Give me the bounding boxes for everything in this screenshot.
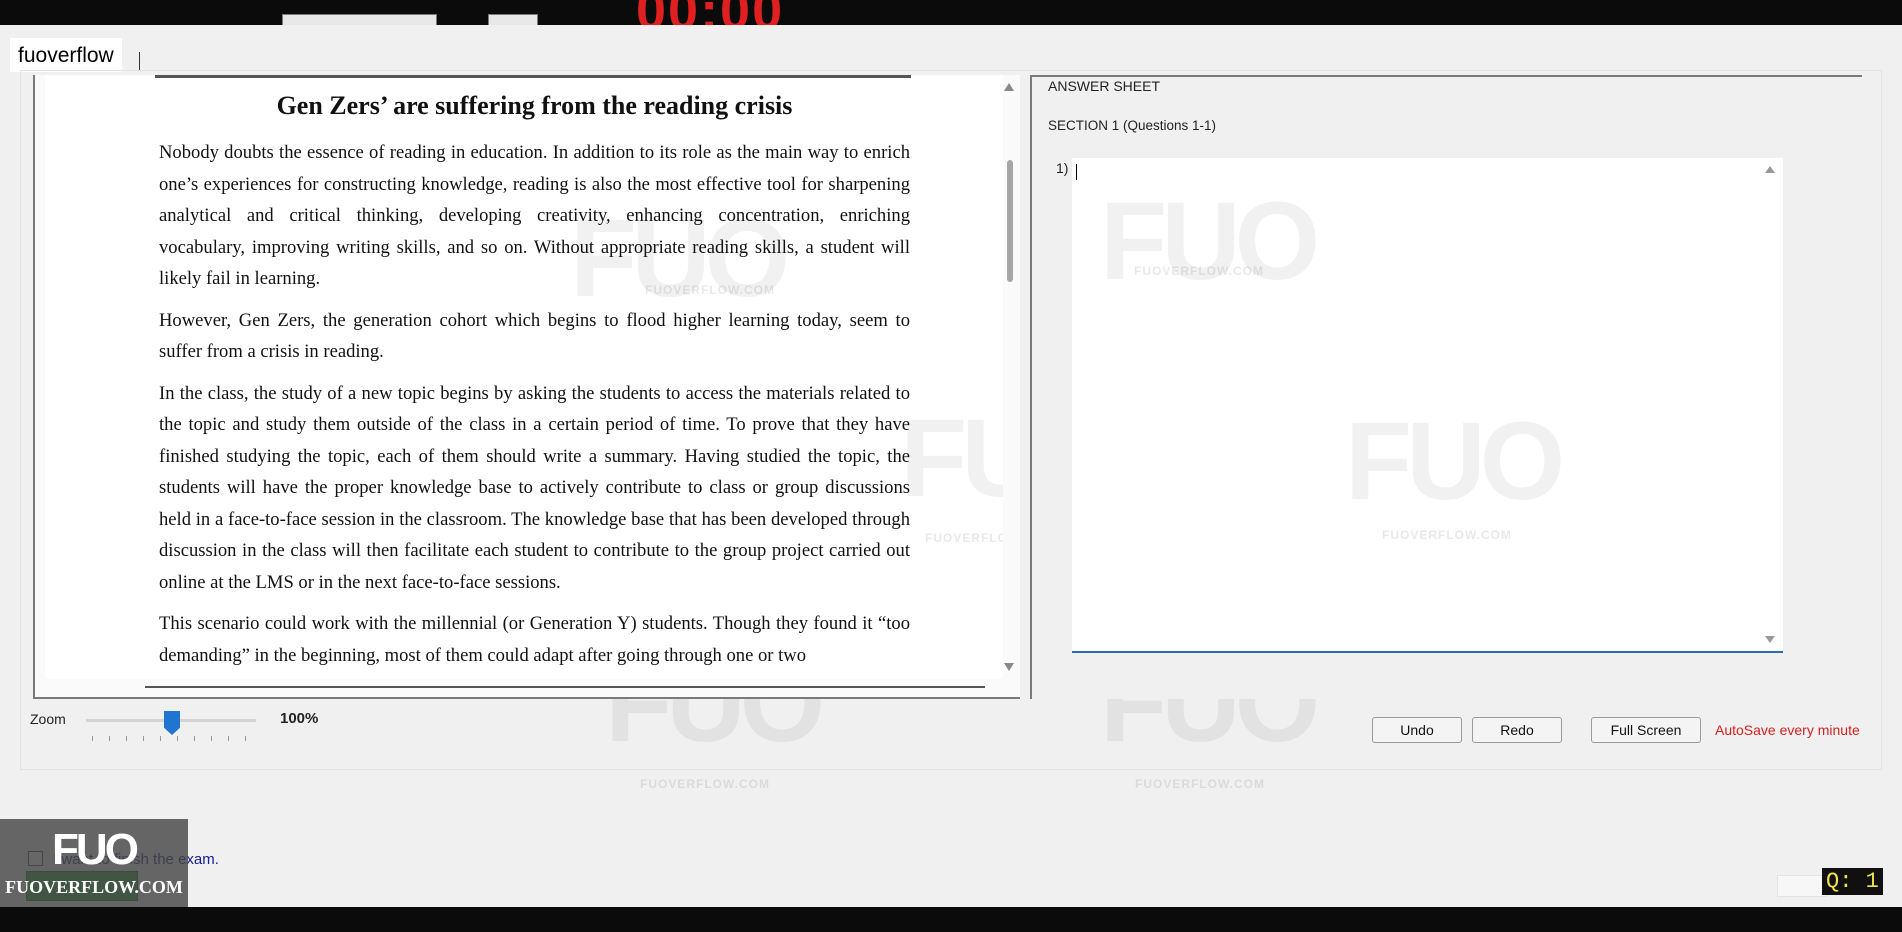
zoom-label: Zoom [30,711,66,727]
watermark-logo: FUO [1345,400,1565,523]
top-small-control[interactable] [488,14,538,25]
page-top-rule [155,75,911,78]
app-title: fuoverflow [10,38,122,72]
autosave-notice: AutoSave every minute [1715,722,1860,738]
watermark-logo: FUO [1100,180,1320,303]
watermark-site: FUOVERFLOW.COM [1382,528,1512,542]
answer-scroll-down-icon[interactable] [1765,636,1775,643]
reading-page[interactable]: Gen Zers’ are suffering from the reading… [45,75,1003,679]
watermark-site: FUOVERFLOW.COM [645,283,775,297]
watermark-site: FUOVERFLOW.COM [640,777,770,791]
undo-button[interactable]: Undo [1372,717,1462,743]
zoom-ticks [92,736,252,742]
answer-textarea[interactable]: FUO FUOVERFLOW.COM FUO FUOVERFLOW.COM [1072,158,1783,653]
status-box [1777,875,1827,897]
answer-scroll-up-icon[interactable] [1765,166,1775,173]
watermark-site: FUOVERFLOW.COM [1134,264,1264,278]
article: Gen Zers’ are suffering from the reading… [159,91,910,679]
reading-scrollbar[interactable] [1000,75,1018,680]
logo-mark: FUO [52,825,139,874]
watermark-logo: FUO [900,397,1003,520]
article-paragraph: In the class, the study of a new topic b… [159,382,910,593]
scroll-thumb[interactable] [1007,160,1013,282]
answer-sheet-title: ANSWER SHEET [1048,78,1161,94]
article-title: Gen Zers’ are suffering from the reading… [276,91,793,120]
bottom-bar [0,907,1902,932]
redo-button[interactable]: Redo [1472,717,1562,743]
question-number: 1) [1056,160,1069,176]
watermark-logo: FUO [570,197,790,320]
zoom-value: 100% [280,710,319,727]
title-caret [139,52,140,70]
article-paragraph: This scenario could work with the millen… [159,613,910,666]
scroll-down-icon[interactable] [1004,663,1014,671]
question-counter: Q: 1 [1822,868,1883,895]
section-label: SECTION 1 (Questions 1-1) [1048,118,1217,133]
logo-wordmark: FUOVERFLOW.COM [5,877,183,897]
article-paragraph: Nobody doubts the essence of reading in … [159,142,910,289]
page-bottom-rule [145,686,985,688]
top-dropdown[interactable] [282,14,437,25]
full-screen-button[interactable]: Full Screen [1591,717,1701,743]
watermark-site: FUOVERFLOW.COM [1135,777,1265,791]
exam-timer: 00:00 [636,0,784,25]
top-bar: 00:00 [0,0,1902,25]
text-caret [1076,164,1077,180]
fuoverflow-logo: FUO FUOVERFLOW.COM [0,819,188,907]
reading-pane: Gen Zers’ are suffering from the reading… [33,75,1020,699]
article-paragraph: However, Gen Zers, the generation cohort… [159,309,910,363]
scroll-up-icon[interactable] [1004,83,1014,91]
watermark-site: FUOVERFLOW.COM [925,531,1003,545]
